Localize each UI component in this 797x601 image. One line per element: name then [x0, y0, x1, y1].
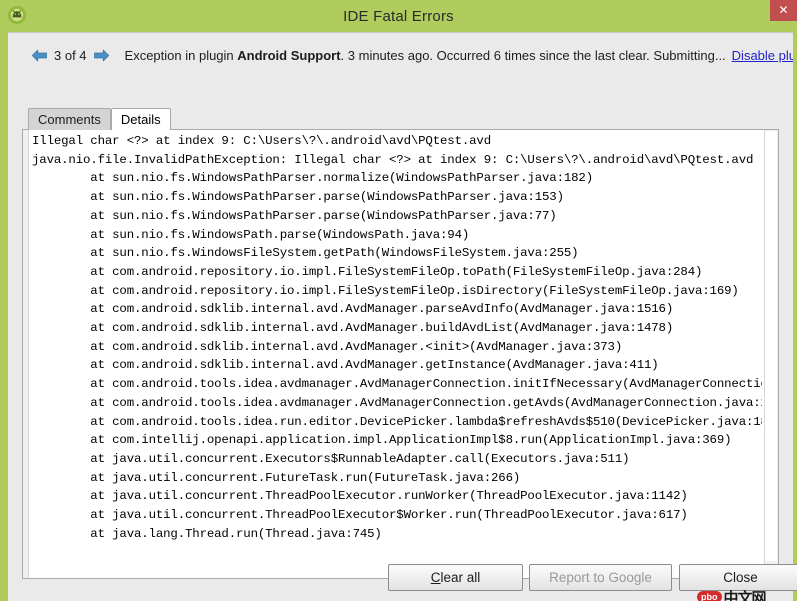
vertical-scrollbar[interactable] [764, 130, 778, 578]
left-accent-strip [0, 32, 8, 601]
android-studio-icon [4, 2, 30, 28]
watermark-badge: pbo [697, 591, 722, 601]
error-message: Exception in plugin Android Support. 3 m… [125, 48, 726, 63]
arrow-left-icon[interactable] [30, 47, 48, 63]
plugin-name: Android Support [237, 47, 341, 63]
ide-fatal-errors-dialog: IDE Fatal Errors ✕ 3 of 4 Exception in p… [0, 0, 797, 601]
report-to-google-button[interactable]: Report to Google [529, 564, 672, 591]
error-message-suffix: . 3 minutes ago. Occurred 6 times since … [340, 47, 726, 63]
window-title: IDE Fatal Errors [343, 7, 454, 25]
error-message-prefix: Exception in plugin [124, 47, 238, 63]
arrow-right-icon[interactable] [93, 47, 111, 63]
error-nav-header: 3 of 4 Exception in plugin Android Suppo… [8, 43, 793, 67]
dialog-button-bar: Clear all Report to Google Close pbo 中文网 [8, 549, 797, 601]
tab-comments[interactable]: Comments [28, 108, 111, 130]
clear-all-label: lear all [440, 570, 481, 585]
window-close-button[interactable]: ✕ [770, 0, 797, 21]
tab-bar: Comments Details [28, 107, 171, 130]
text-gutter [23, 130, 29, 578]
disable-plugin-link[interactable]: Disable plu [732, 48, 793, 63]
clear-all-button[interactable]: Clear all [388, 564, 523, 591]
close-button[interactable]: Close [679, 564, 797, 591]
error-counter: 3 of 4 [54, 47, 87, 63]
dialog-body: 3 of 4 Exception in plugin Android Suppo… [8, 32, 797, 601]
stack-trace-text[interactable]: Illegal char <?> at index 9: C:\Users\?\… [32, 132, 762, 578]
right-accent-strip [793, 32, 797, 601]
tab-details[interactable]: Details [110, 108, 171, 130]
scrollbar-thumb[interactable] [765, 131, 777, 561]
stack-trace-panel: Illegal char <?> at index 9: C:\Users\?\… [22, 129, 779, 579]
title-bar: IDE Fatal Errors ✕ [0, 0, 797, 32]
